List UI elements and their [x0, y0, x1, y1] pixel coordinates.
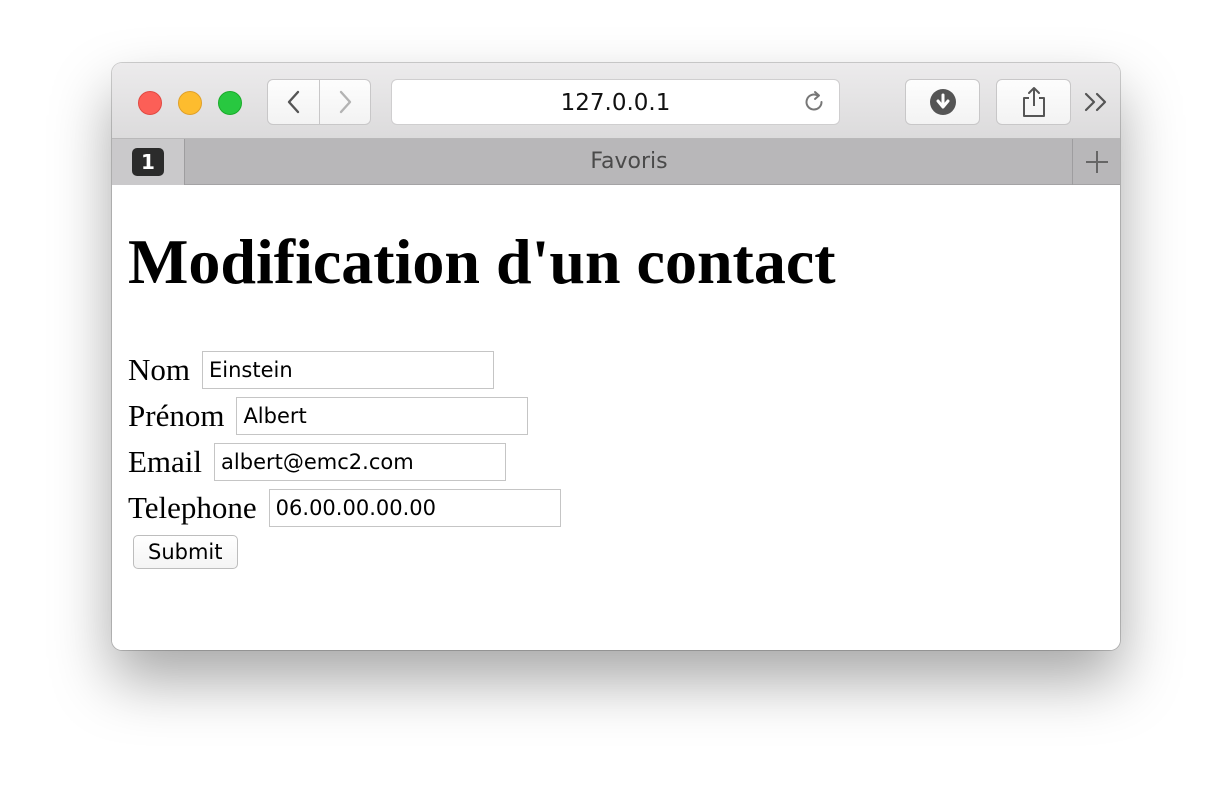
downloads-button[interactable]	[905, 79, 980, 125]
plus-icon	[1086, 151, 1108, 173]
chevron-left-icon	[287, 90, 299, 114]
page-content: Modification d'un contact Nom Prénom Ema…	[112, 185, 1120, 650]
share-icon	[1022, 87, 1045, 117]
share-button[interactable]	[996, 79, 1071, 125]
chevron-right-icon	[339, 90, 352, 114]
nom-label: Nom	[128, 352, 190, 387]
form-row-nom: Nom	[128, 347, 561, 393]
favorites-bar: 1 Favoris	[112, 139, 1120, 185]
tab-overview-button[interactable]: 1	[112, 139, 185, 185]
submit-button[interactable]: Submit	[133, 535, 238, 569]
download-icon	[929, 89, 956, 115]
minimize-window-button[interactable]	[178, 91, 202, 115]
maximize-window-button[interactable]	[218, 91, 242, 115]
browser-toolbar: 127.0.0.1	[112, 63, 1120, 139]
telephone-label: Telephone	[128, 490, 257, 525]
page-title: Modification d'un contact	[128, 226, 836, 297]
prenom-label: Prénom	[128, 398, 225, 433]
form-row-telephone: Telephone	[128, 485, 561, 531]
tab-count-badge: 1	[132, 148, 164, 176]
nom-input[interactable]	[202, 351, 494, 389]
form-row-email: Email	[128, 439, 561, 485]
browser-window: 127.0.0.1 1 Favoris Modification d'un co…	[112, 63, 1120, 650]
close-window-button[interactable]	[138, 91, 162, 115]
address-bar[interactable]: 127.0.0.1	[391, 79, 840, 125]
forward-button[interactable]	[320, 79, 371, 125]
reload-icon[interactable]	[801, 89, 827, 115]
email-input[interactable]	[214, 443, 507, 481]
favorites-label[interactable]: Favoris	[186, 139, 1072, 185]
contact-form: Nom Prénom Email Telephone Submit	[128, 347, 561, 569]
email-label: Email	[128, 444, 203, 479]
prenom-input[interactable]	[236, 397, 529, 435]
back-button[interactable]	[267, 79, 320, 125]
form-row-prenom: Prénom	[128, 393, 561, 439]
address-text: 127.0.0.1	[560, 90, 671, 116]
telephone-input[interactable]	[268, 489, 561, 527]
double-chevron-right-icon[interactable]	[1082, 89, 1110, 115]
new-tab-button[interactable]	[1072, 139, 1120, 185]
